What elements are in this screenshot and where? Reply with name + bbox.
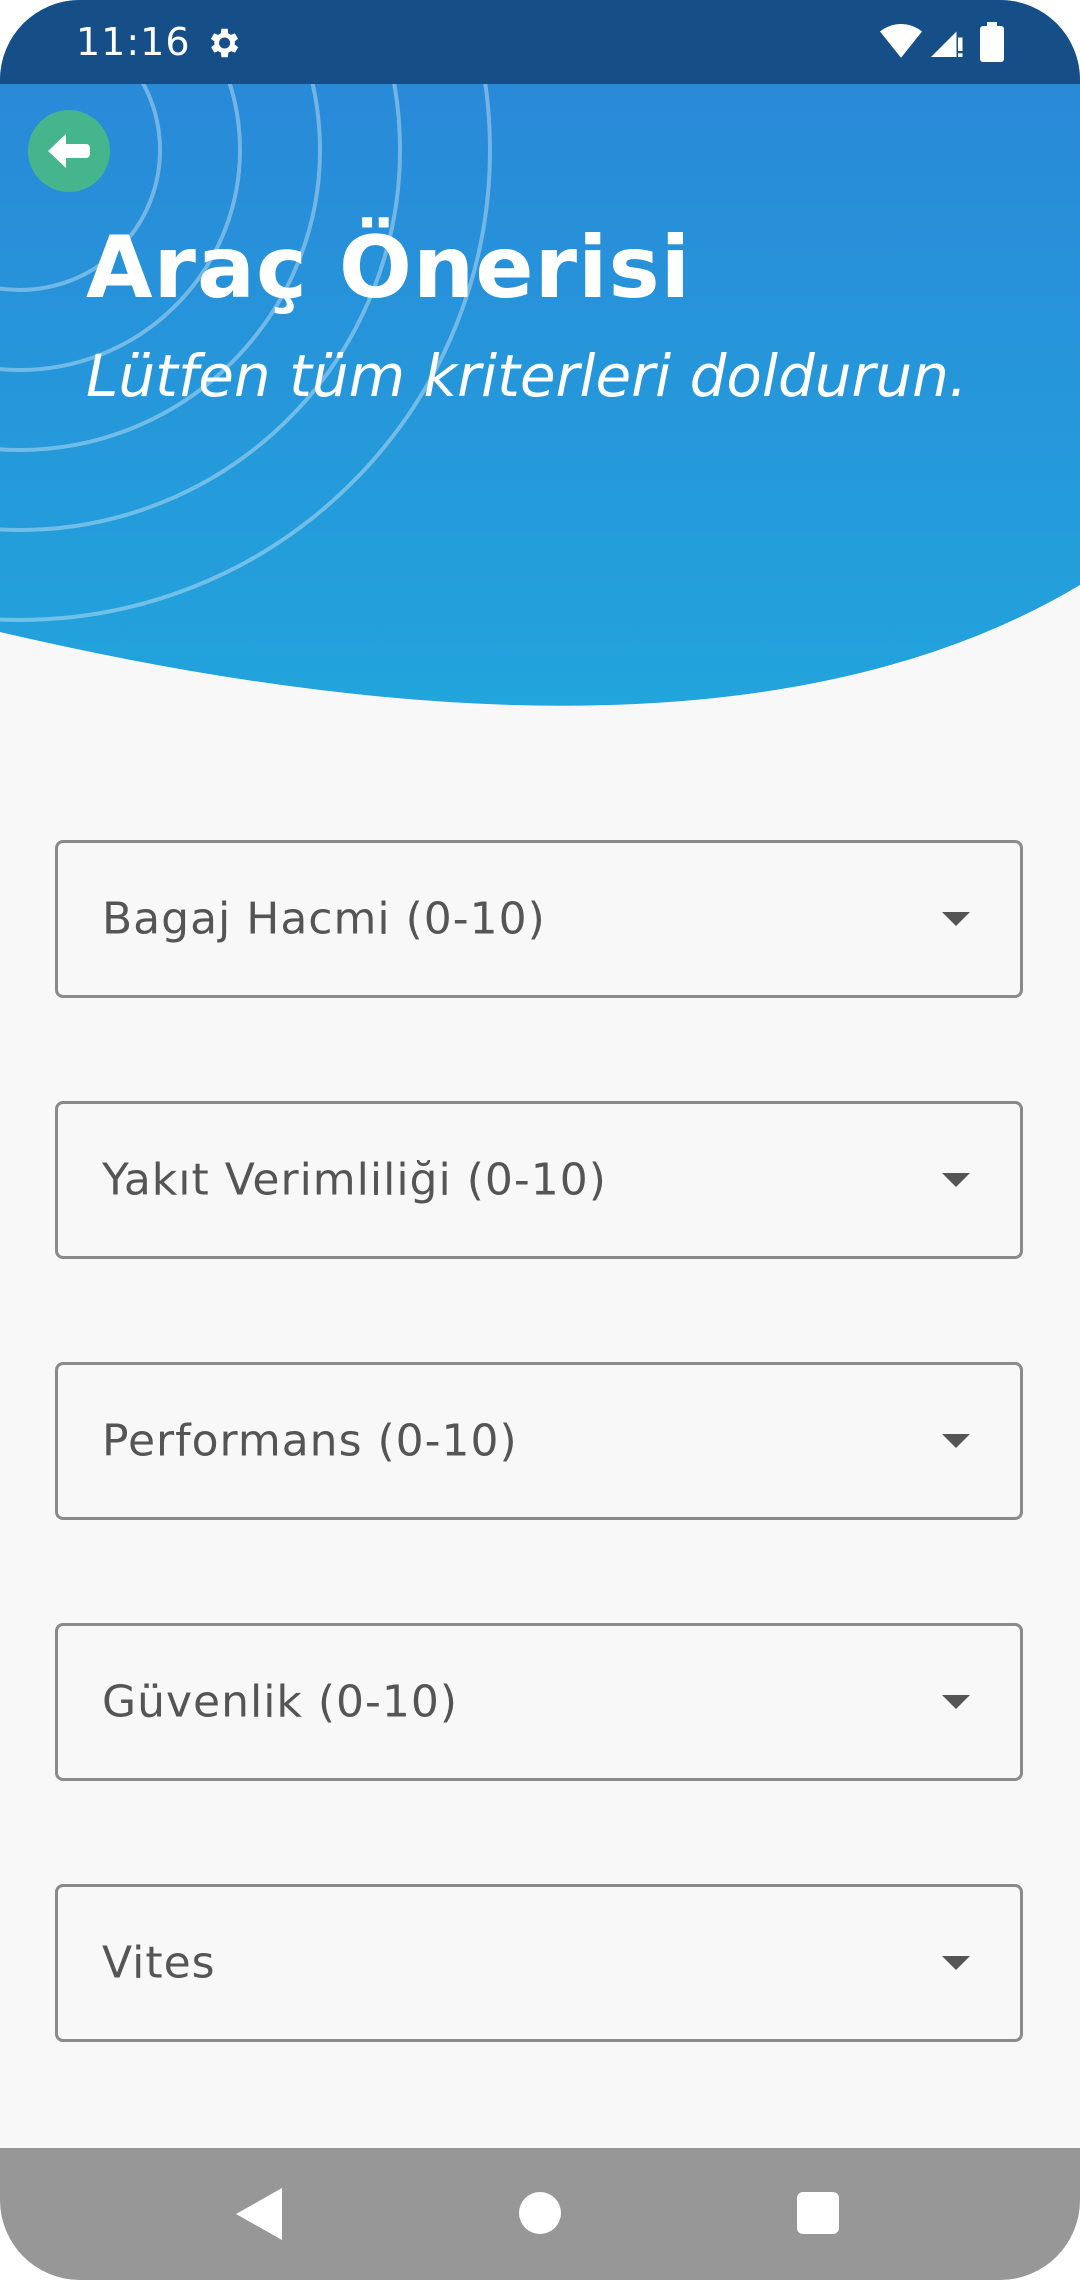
- dropdown-vites[interactable]: Vites: [55, 1884, 1023, 2042]
- page-title: Araç Önerisi: [86, 218, 692, 318]
- nav-recents-icon[interactable]: [797, 2192, 839, 2234]
- dropdown-label: Yakıt Verimliliği (0-10): [102, 1154, 607, 1206]
- arrow-left-icon: [48, 134, 90, 168]
- chevron-down-icon: [942, 1434, 970, 1448]
- chevron-down-icon: [942, 1956, 970, 1970]
- header: 11:16 Araç Önerisi Lütfen tüm kriterleri…: [0, 0, 1080, 740]
- page-subtitle: Lütfen tüm kriterleri doldurun.: [86, 342, 968, 410]
- dropdown-label: Performans (0-10): [102, 1415, 518, 1467]
- signal-icon: [931, 31, 963, 57]
- wifi-icon: [880, 24, 922, 58]
- chevron-down-icon: [942, 912, 970, 926]
- dropdown-performans[interactable]: Performans (0-10): [55, 1362, 1023, 1520]
- app-screen: 11:16 Araç Önerisi Lütfen tüm kriterleri…: [0, 0, 1080, 2280]
- nav-back-icon[interactable]: [236, 2188, 282, 2240]
- dropdown-label: Güvenlik (0-10): [102, 1676, 459, 1728]
- dropdown-guvenlik[interactable]: Güvenlik (0-10): [55, 1623, 1023, 1781]
- dropdown-yakit-verimliligi[interactable]: Yakıt Verimliliği (0-10): [55, 1101, 1023, 1259]
- back-button[interactable]: [28, 110, 110, 192]
- dropdown-label: Bagaj Hacmi (0-10): [102, 893, 546, 945]
- gear-icon: [210, 28, 239, 58]
- navigation-bar: [0, 2148, 1080, 2280]
- chevron-down-icon: [942, 1173, 970, 1187]
- nav-home-icon[interactable]: [519, 2192, 561, 2234]
- battery-icon: [980, 22, 1004, 62]
- status-bar: 11:16: [0, 0, 1080, 84]
- chevron-down-icon: [942, 1695, 970, 1709]
- dropdown-bagaj-hacmi[interactable]: Bagaj Hacmi (0-10): [55, 840, 1023, 998]
- dropdown-label: Vites: [102, 1937, 216, 1989]
- status-time: 11:16: [76, 20, 191, 64]
